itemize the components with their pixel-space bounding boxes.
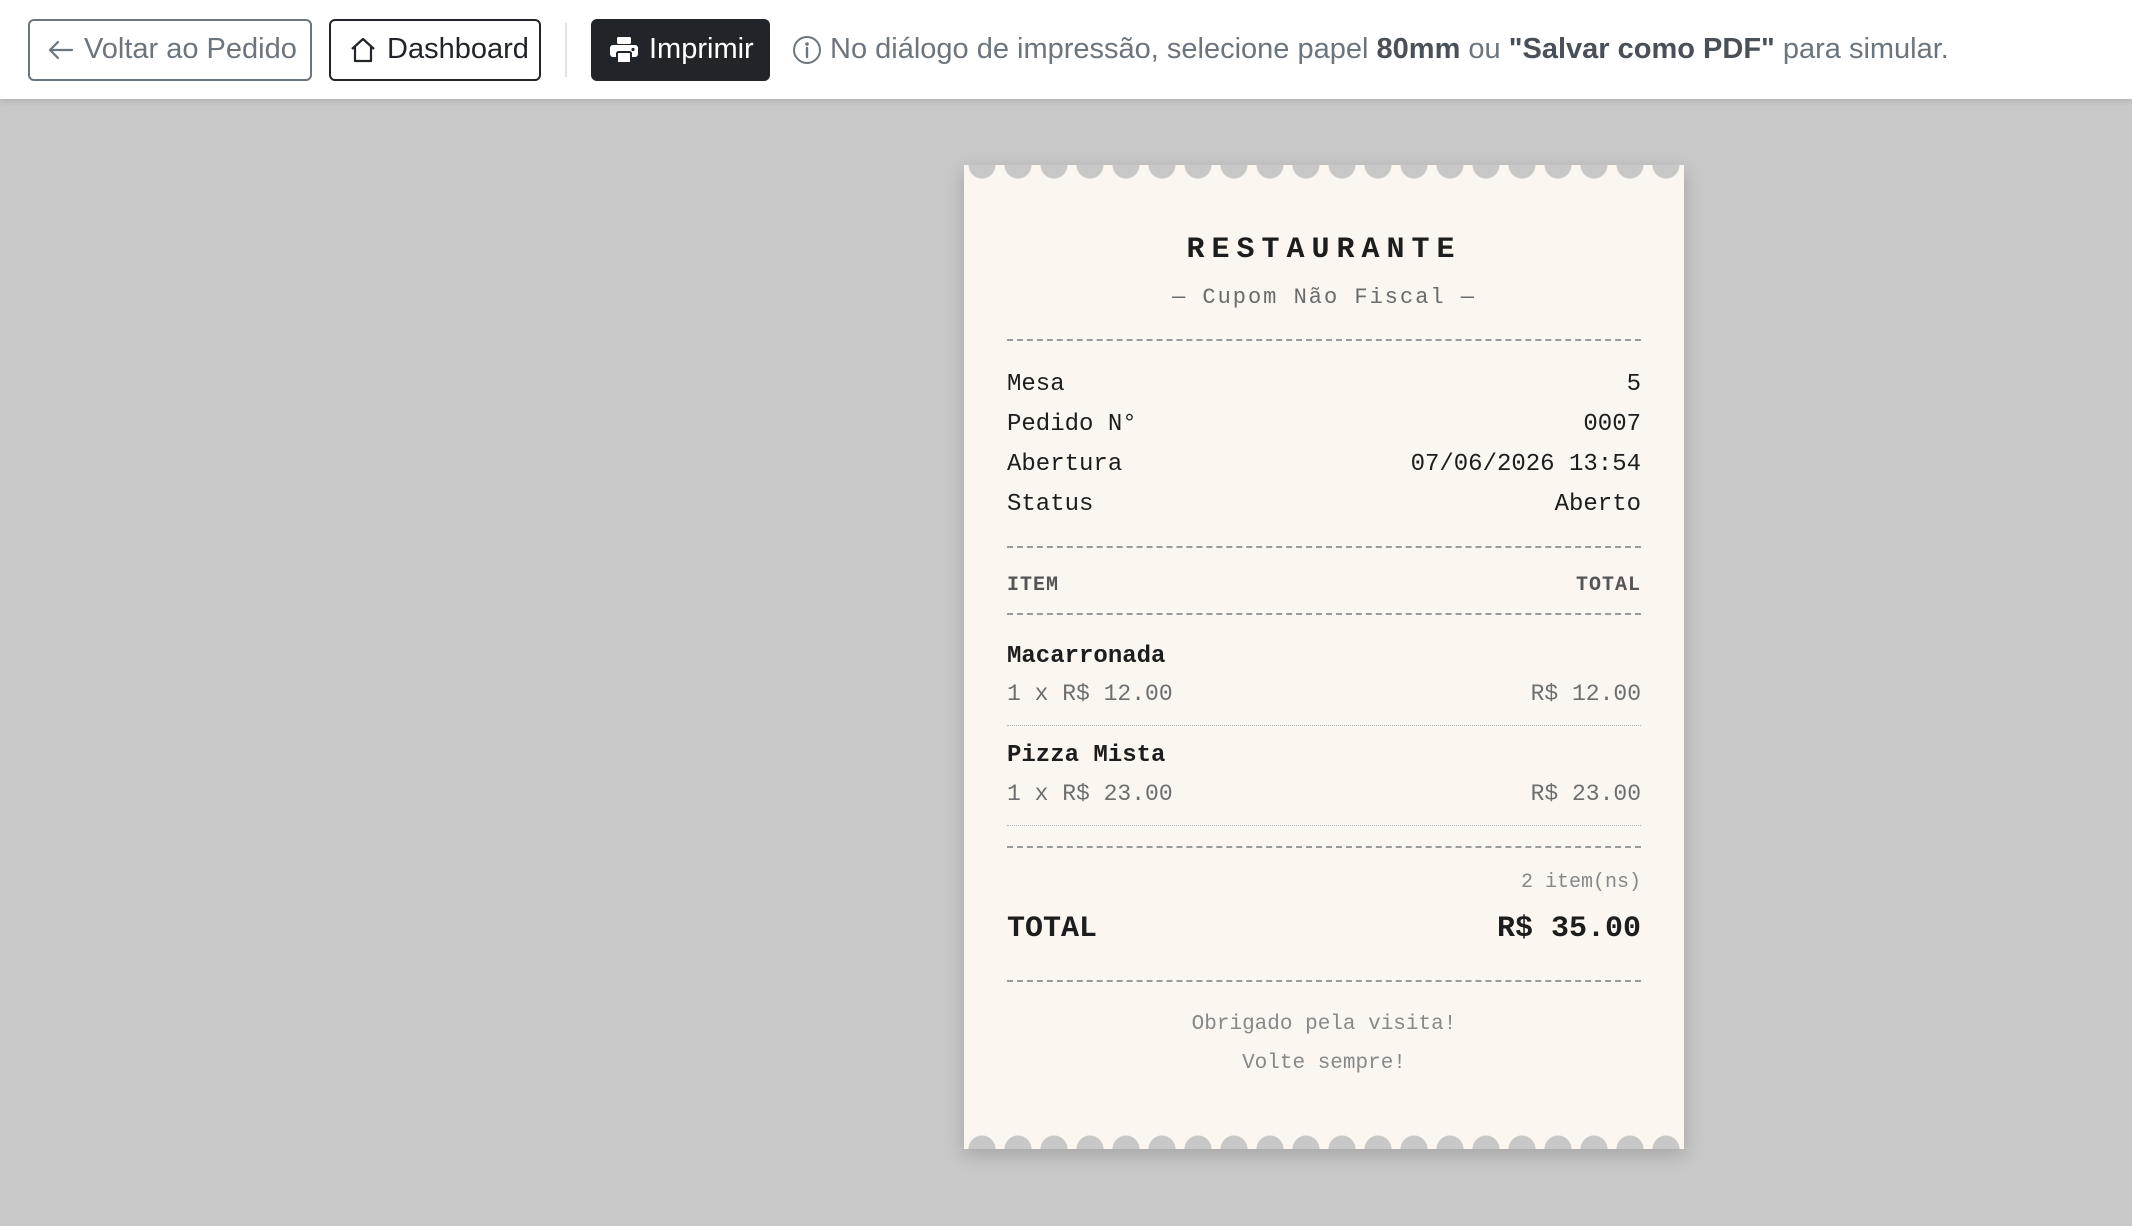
dashboard-button[interactable]: Dashboard [329,18,541,81]
house-icon [349,37,377,63]
item-divider [1007,825,1641,826]
hint-text-post: para simular. [1782,33,1949,65]
hint-text-pre: No diálogo de impressão, selecione papel [830,33,1369,65]
list-item: 1 x R$ 12.00 R$ 12.00 [1007,681,1641,707]
item-total: R$ 23.00 [1530,781,1641,807]
back-to-order-label: Voltar ao Pedido [84,33,297,65]
divider [1007,546,1641,548]
item-qty-price: 1 x R$ 12.00 [1007,681,1173,707]
receipt-subtitle: — Cupom Não Fiscal — [1171,285,1477,310]
info-row-abertura: Abertura 07/06/2026 13:54 [1007,451,1641,478]
print-label: Imprimir [649,33,754,65]
item-divider [1007,725,1641,726]
divider [1007,980,1641,982]
divider [1007,846,1641,848]
info-row-mesa: Mesa 5 [1007,371,1641,398]
pedido-value: 0007 [1583,411,1641,438]
item-qty-price: 1 x R$ 23.00 [1007,781,1173,807]
printer-icon [609,36,639,64]
items-header: ITEM TOTAL [1007,574,1641,597]
column-total: TOTAL [1575,574,1641,597]
list-item: 1 x R$ 23.00 R$ 23.00 [1007,781,1641,807]
total-label: TOTAL [1007,912,1098,946]
abertura-label: Abertura [1007,451,1123,478]
info-row-pedido: Pedido N° 0007 [1007,411,1641,438]
pedido-label: Pedido N° [1007,411,1137,438]
item-total: R$ 12.00 [1530,681,1641,707]
mesa-value: 5 [1626,371,1641,398]
restaurant-name: RESTAURANTE [1186,233,1462,267]
mesa-label: Mesa [1007,371,1065,398]
print-button[interactable]: Imprimir [591,18,770,81]
status-value: Aberto [1554,491,1641,518]
toolbar: Voltar ao Pedido Dashboard Imprimir No d… [0,0,2132,99]
thank-you-message: Obrigado pela visita! [1191,1013,1457,1036]
item-name: Pizza Mista [1007,742,1166,769]
abertura-value: 07/06/2026 13:54 [1410,451,1641,478]
toolbar-divider [565,22,567,77]
info-row-status: Status Aberto [1007,491,1641,518]
total-value: R$ 35.00 [1496,912,1641,946]
status-label: Status [1007,491,1094,518]
dashboard-label: Dashboard [387,33,529,65]
total-row: TOTAL R$ 35.00 [1007,912,1641,946]
hint-text-mid: ou [1468,33,1501,65]
hint-pdf-option: "Salvar como PDF" [1508,33,1775,65]
arrow-left-icon [48,39,74,61]
hint-paper-size: 80mm [1376,33,1461,65]
come-back-message: Volte sempre! [1242,1052,1406,1075]
item-count: 2 item(ns) [1520,871,1641,894]
divider [1007,339,1641,341]
receipt-top-edge [964,165,1684,181]
receipt: RESTAURANTE — Cupom Não Fiscal — Mesa 5 … [964,165,1684,1149]
divider [1007,613,1641,615]
receipt-bottom-edge [964,1133,1684,1149]
print-hint: No diálogo de impressão, selecione papel… [792,33,1949,66]
info-circle-icon [792,35,822,65]
back-to-order-button[interactable]: Voltar ao Pedido [28,18,312,81]
column-item: ITEM [1007,574,1060,597]
item-name: Macarronada [1007,643,1166,670]
